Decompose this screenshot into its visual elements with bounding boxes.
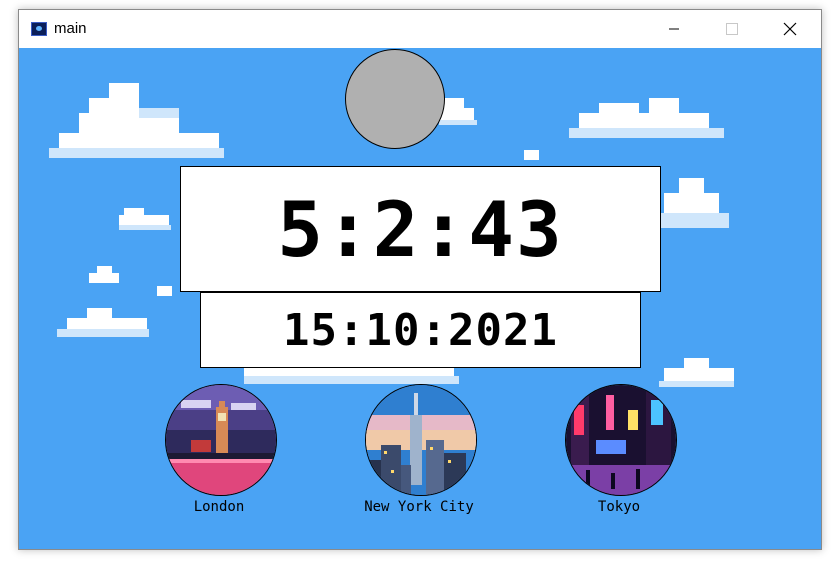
time-text: 5:2:43 [277,184,564,274]
window-title: main [54,20,87,37]
minimize-icon [669,28,679,30]
cloud-4 [524,150,539,160]
city-new-york-button[interactable] [365,384,477,496]
cloud-6 [89,266,119,283]
new-york-image [366,385,476,495]
time-display: 5:2:43 [180,166,661,292]
cloud-2 [439,98,477,125]
date-text: 15:10:2021 [283,304,558,356]
cloud-7 [157,286,172,296]
city-label-tokyo: Tokyo [597,499,641,515]
close-button[interactable] [761,10,819,48]
cloud-10 [659,358,734,387]
close-icon [783,22,797,36]
london-image [166,385,276,495]
city-london-button[interactable] [165,384,277,496]
maximize-button[interactable] [703,10,761,48]
cloud-9 [659,178,729,228]
maximize-icon [726,23,738,35]
city-label-london: London [193,499,245,515]
city-tokyo-button[interactable] [565,384,677,496]
city-label-new-york: New York City [364,499,474,515]
minimize-button[interactable] [645,10,703,48]
cloud-1 [49,83,224,158]
cloud-5 [119,208,171,230]
sky-background: 5:2:43 15:10:2021 London New York City T… [19,48,821,549]
date-display: 15:10:2021 [200,292,641,368]
app-window: main 5:2:43 15:10:2021 London New York C… [18,9,822,550]
cloud-3 [569,98,724,138]
app-icon [31,22,47,36]
cloud-8 [57,308,149,337]
tokyo-image [566,385,676,495]
title-bar[interactable]: main [19,10,821,48]
moon-circle [345,49,445,149]
